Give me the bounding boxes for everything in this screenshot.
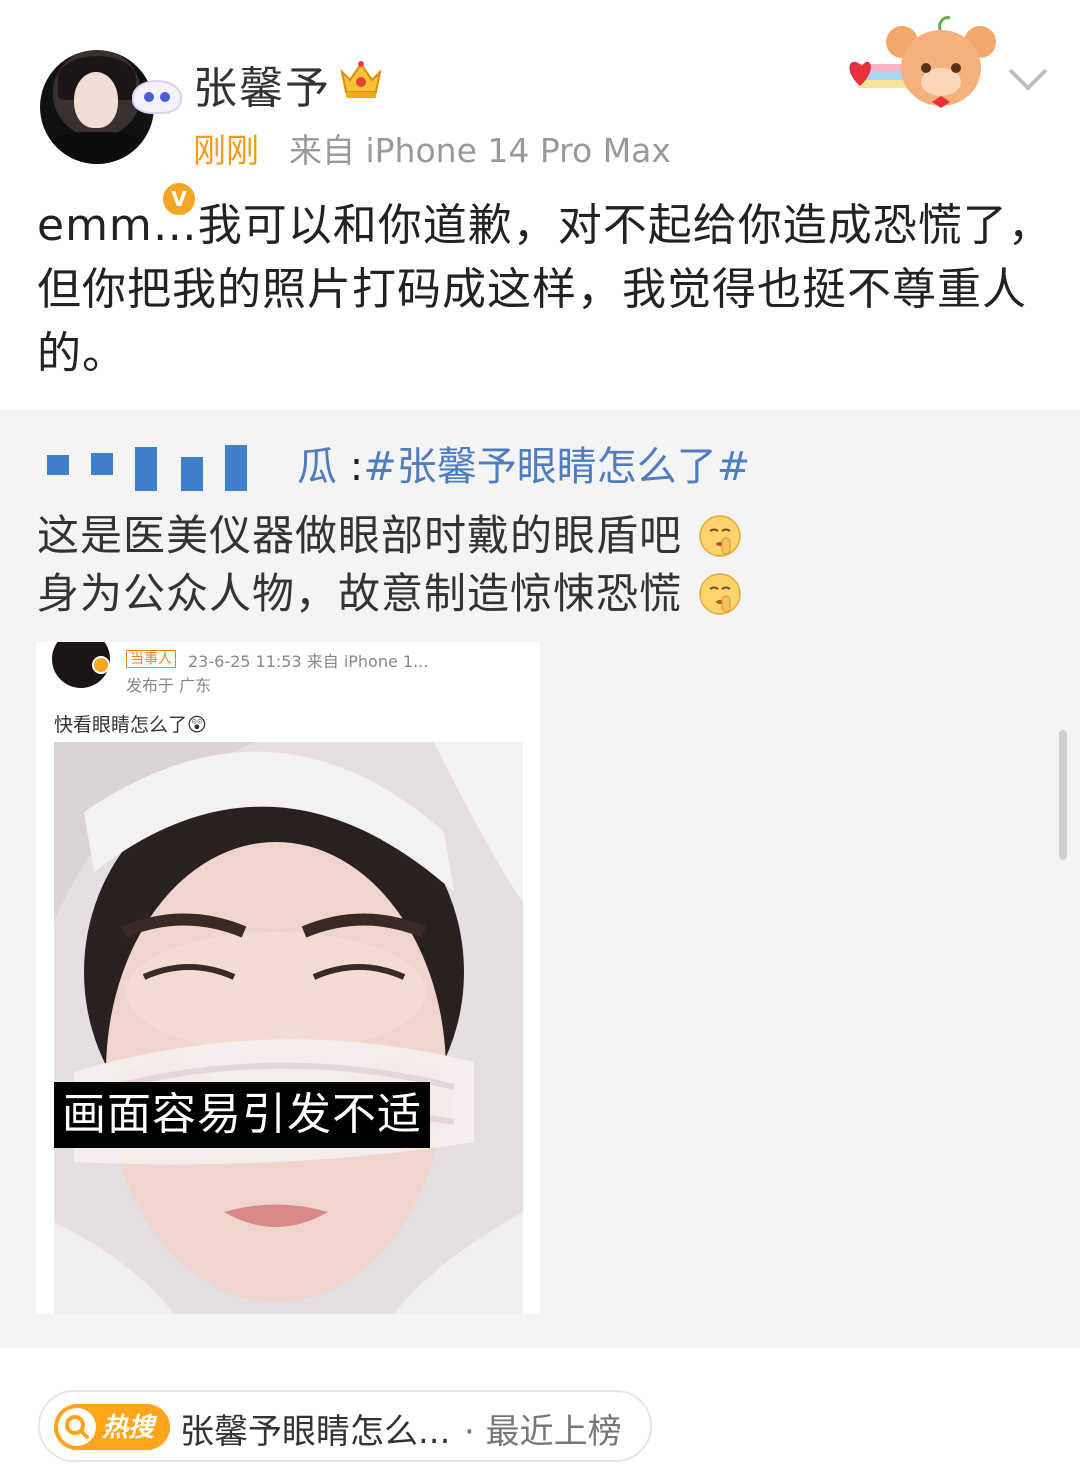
username[interactable]: 张馨予 [193, 52, 331, 116]
avatar-pendant-icon [132, 80, 182, 114]
repost-header: 瓜 :#张馨予眼睛怎么了# [37, 440, 750, 494]
hot-search-link[interactable]: 热搜 张馨予眼睛怎么... · 最近上榜 [38, 1390, 652, 1462]
shush-emoji-icon [699, 573, 742, 615]
crown-icon[interactable] [338, 58, 384, 100]
face-photo: 画面容易引发不适 [54, 742, 523, 1314]
embedded-meta: 23-6-25 11:53 来自 iPhone 1... [188, 652, 429, 671]
repost-line-2: 身为公众人物，故意制造惊悚恐慌 [37, 560, 742, 621]
post-header: V 张馨予 刚刚 来自 iPhone 14 Pro Max [0, 0, 1080, 218]
repost-separator: : [337, 444, 364, 490]
avatar[interactable]: V [40, 50, 198, 218]
embedded-location: 发布于 广东 [126, 676, 212, 695]
shush-emoji-icon [699, 515, 742, 557]
hot-search-status: · 最近上榜 [464, 1412, 622, 1452]
post-timestamp: 刚刚 [193, 131, 259, 170]
embedded-screenshot-image[interactable]: 当事人 23-6-25 11:53 来自 iPhone 1... 发布于 广东 … [36, 642, 540, 1314]
masked-username [37, 445, 297, 493]
hot-search-badge: 热搜 [54, 1404, 170, 1450]
bear-decoration-icon [849, 16, 996, 108]
hot-search-label: 热搜 [102, 1413, 155, 1443]
scrollbar[interactable] [1059, 730, 1067, 860]
repost-line-2-text: 身为公众人物，故意制造惊悚恐慌 [37, 569, 683, 618]
embedded-verified-icon [92, 656, 110, 674]
repost-line-1-text: 这是医美仪器做眼部时戴的眼盾吧 [37, 511, 683, 560]
post-text: emm…我可以和你道歉，对不起给你造成恐慌了，但你把我的照片打码成这样，我觉得也… [37, 200, 1053, 379]
repost-username-tail[interactable]: 瓜 [297, 444, 337, 490]
post-source: 来自 iPhone 14 Pro Max [289, 131, 671, 170]
reposted-weibo[interactable]: 瓜 :#张馨予眼睛怎么了# 这是医美仪器做眼部时戴的眼盾吧 身为公众人物，故意制… [0, 410, 1080, 1348]
face-photo-illustration [54, 742, 523, 1314]
chevron-down-icon[interactable] [1004, 62, 1052, 96]
embedded-caption: 快看眼睛怎么了😲 [54, 714, 207, 736]
search-icon [58, 1408, 96, 1446]
repost-line-1: 这是医美仪器做眼部时戴的眼盾吧 [37, 502, 742, 563]
hot-search-topic: 张馨予眼睛怎么... [180, 1412, 451, 1452]
embedded-tag: 当事人 [126, 650, 176, 668]
hashtag-link[interactable]: #张馨予眼睛怎么了# [363, 444, 750, 490]
content-warning-label: 画面容易引发不适 [54, 1082, 430, 1148]
